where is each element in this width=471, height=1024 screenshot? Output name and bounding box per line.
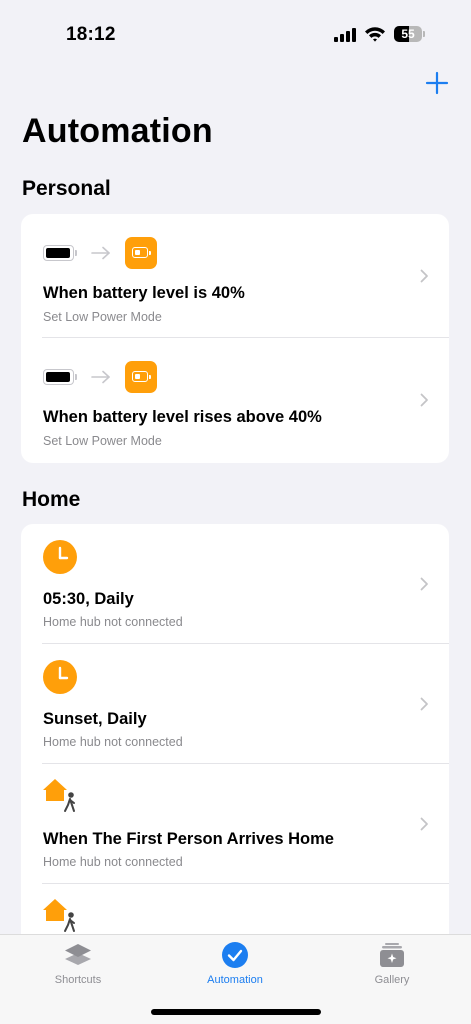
- status-bar: 18:12 55: [0, 0, 471, 70]
- battery-to-low-power-icons: [43, 360, 157, 394]
- tab-shortcuts[interactable]: Shortcuts: [18, 935, 138, 995]
- home-arrive-icon: [43, 899, 75, 932]
- automation-subtitle: Set Low Power Mode: [43, 434, 162, 448]
- chevron-right-icon: [420, 697, 428, 711]
- chevron-right-icon: [420, 817, 428, 831]
- automation-title: When The First Person Arrives Home: [43, 830, 334, 848]
- chevron-right-icon: [420, 577, 428, 591]
- battery-percent: 55: [401, 27, 415, 41]
- automation-row[interactable]: When battery level rises above 40% Set L…: [21, 338, 449, 462]
- clock-icon: [43, 660, 77, 694]
- section-title-personal: Personal: [22, 177, 111, 200]
- automation-row[interactable]: When The First Person Arrives Home Home …: [21, 764, 449, 884]
- tab-label: Shortcuts: [54, 974, 102, 986]
- personal-automations-card: When battery level is 40% Set Low Power …: [21, 214, 449, 463]
- automation-row[interactable]: When battery level is 40% Set Low Power …: [21, 214, 449, 338]
- home-indicator[interactable]: [151, 1009, 321, 1015]
- tab-gallery[interactable]: Gallery: [332, 935, 452, 995]
- automation-subtitle: Home hub not connected: [43, 615, 183, 629]
- automation-title: 05:30, Daily: [43, 590, 134, 608]
- wifi-icon: [365, 27, 385, 42]
- automation-title: When battery level rises above 40%: [43, 408, 322, 426]
- battery-icon: [43, 369, 77, 385]
- layers-icon: [65, 944, 91, 965]
- arrow-right-icon: [91, 246, 110, 260]
- home-automations-card: 05:30, Daily Home hub not connected Suns…: [21, 524, 449, 964]
- automation-subtitle: Home hub not connected: [43, 735, 183, 749]
- battery-icon: 55: [394, 26, 426, 42]
- page-title: Automation: [22, 112, 213, 150]
- home-arrive-icon: [43, 779, 75, 812]
- automation-row[interactable]: Sunset, Daily Home hub not connected: [21, 644, 449, 764]
- gallery-icon: [380, 943, 404, 967]
- automation-row[interactable]: 05:30, Daily Home hub not connected: [21, 524, 449, 644]
- section-title-home: Home: [22, 488, 81, 511]
- chevron-right-icon: [420, 393, 428, 407]
- chevron-right-icon: [420, 269, 428, 283]
- status-time: 18:12: [66, 24, 116, 45]
- automation-subtitle: Set Low Power Mode: [43, 310, 162, 324]
- low-power-mode-icon: [125, 361, 157, 393]
- clock-icon: [43, 540, 77, 574]
- cellular-signal-icon: [334, 28, 358, 42]
- tab-label: Automation: [207, 974, 263, 986]
- automation-subtitle: Home hub not connected: [43, 855, 183, 869]
- tab-label: Gallery: [374, 974, 410, 986]
- automation-title: Sunset, Daily: [43, 710, 147, 728]
- tab-automation[interactable]: Automation: [175, 935, 295, 995]
- battery-icon: [43, 245, 77, 261]
- arrow-right-icon: [91, 370, 110, 384]
- low-power-mode-icon: [125, 237, 157, 269]
- automation-clock-icon: [222, 942, 248, 968]
- add-automation-button[interactable]: [424, 70, 450, 96]
- automation-title: When battery level is 40%: [43, 284, 245, 302]
- battery-to-low-power-icons: [43, 236, 157, 270]
